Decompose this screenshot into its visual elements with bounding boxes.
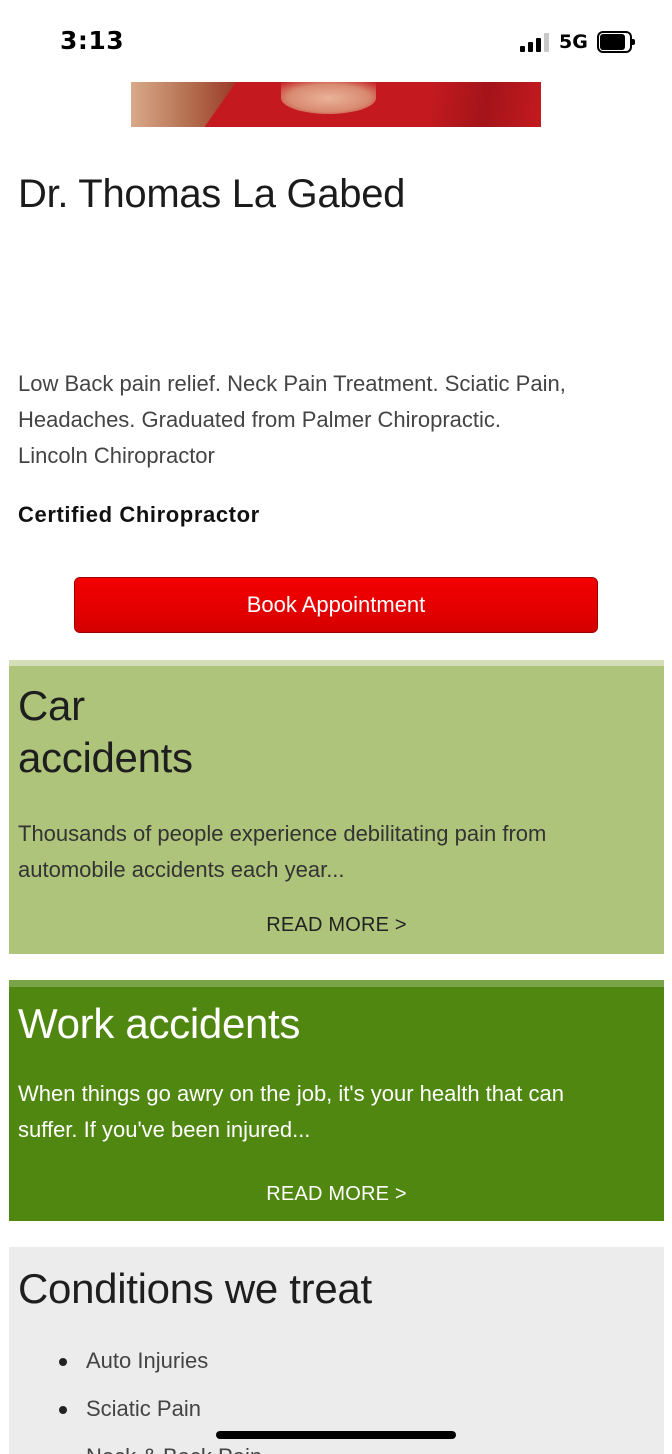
signal-bar [536,38,541,52]
signal-strength-icon [520,32,550,52]
list-item-label: Auto Injuries [86,1348,209,1373]
photo-hair [131,82,236,127]
card-text-line: Thousands of people experience debilitat… [18,821,547,846]
card-title-line: Work accidents [18,1000,301,1047]
card-text-line: suffer. If you've been injured... [18,1117,311,1142]
status-time: 3:13 [60,26,125,55]
doctor-description: Low Back pain relief. Neck Pain Treatmen… [18,366,658,474]
list-item-label: Neck & Back Pain [86,1444,262,1454]
card-text: When things go awry on the job, it's you… [18,1076,648,1148]
conditions-title: Conditions we treat [18,1265,372,1312]
card-text-line: When things go awry on the job, it's you… [18,1081,564,1106]
battery-icon [597,31,635,53]
battery-tip [632,39,635,45]
bullet-icon [59,1358,67,1366]
work-accidents-card: Work accidents When things go awry on th… [9,980,664,1221]
network-type: 5G [559,31,588,53]
book-appointment-button[interactable]: Book Appointment [74,577,598,633]
list-item-label: Sciatic Pain [86,1396,201,1421]
read-more-link[interactable]: READ MORE > [9,914,664,937]
doctor-photo [131,82,541,127]
read-more-link[interactable]: READ MORE > [9,1183,664,1206]
card-title: Work accidents [18,998,300,1050]
signal-bar [544,33,549,52]
home-indicator[interactable] [216,1431,456,1439]
photo-skin [281,82,376,114]
signal-bar [528,42,533,52]
card-text: Thousands of people experience debilitat… [18,816,648,888]
doctor-name: Dr. Thomas La Gabed [18,172,406,216]
conditions-section: Conditions we treat Auto Injuries Sciati… [9,1247,664,1454]
car-accidents-card: Car accidents Thousands of people experi… [9,660,664,954]
bullet-icon [59,1406,67,1414]
status-bar: 3:13 5G [0,0,672,82]
description-line: Low Back pain relief. Neck Pain Treatmen… [18,371,566,396]
list-item: Auto Injuries [9,1343,262,1391]
certification-label: Certified Chiropractor [18,502,260,527]
description-line: Headaches. Graduated from Palmer Chiropr… [18,407,501,432]
card-title: Car accidents [18,680,193,784]
list-item: Neck & Back Pain [9,1439,262,1454]
signal-bar [520,46,525,52]
battery-level [600,34,625,50]
photo-clothing [431,82,541,127]
description-line: Lincoln Chiropractor [18,443,215,468]
card-text-line: automobile accidents each year... [18,857,345,882]
card-title-line: Car [18,682,85,729]
card-title-line: accidents [18,734,193,781]
